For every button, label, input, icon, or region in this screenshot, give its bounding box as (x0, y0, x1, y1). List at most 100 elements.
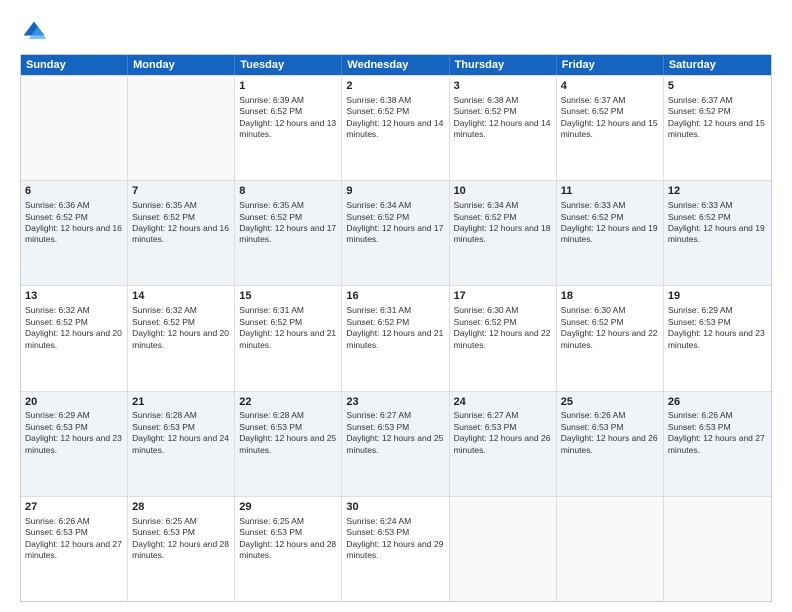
sunrise-text: Sunrise: 6:31 AM (239, 305, 304, 315)
sunset-text: Sunset: 6:52 PM (668, 106, 731, 116)
sunrise-text: Sunrise: 6:28 AM (132, 410, 197, 420)
sunset-text: Sunset: 6:52 PM (239, 212, 302, 222)
daylight-text: Daylight: 12 hours and 15 minutes. (668, 118, 765, 139)
daylight-text: Daylight: 12 hours and 25 minutes. (239, 433, 336, 454)
daylight-text: Daylight: 12 hours and 29 minutes. (346, 539, 443, 560)
sunrise-text: Sunrise: 6:30 AM (561, 305, 626, 315)
sunrise-text: Sunrise: 6:32 AM (25, 305, 90, 315)
day-number: 8 (239, 184, 337, 199)
day-number: 4 (561, 79, 659, 94)
daylight-text: Daylight: 12 hours and 18 minutes. (454, 223, 551, 244)
day-number: 13 (25, 289, 123, 304)
day-number: 17 (454, 289, 552, 304)
daylight-text: Daylight: 12 hours and 15 minutes. (561, 118, 658, 139)
sunrise-text: Sunrise: 6:26 AM (561, 410, 626, 420)
day-number: 27 (25, 500, 123, 515)
sunset-text: Sunset: 6:53 PM (346, 527, 409, 537)
day-cell-22: 22Sunrise: 6:28 AM Sunset: 6:53 PMDayligh… (235, 392, 342, 496)
day-number: 16 (346, 289, 444, 304)
daylight-text: Daylight: 12 hours and 23 minutes. (25, 433, 122, 454)
day-number: 28 (132, 500, 230, 515)
day-cell-11: 11Sunrise: 6:33 AMSunset: 6:52 PMDayligh… (557, 181, 664, 285)
day-cell-30: 30Sunrise: 6:24 AMSunset: 6:53 PMDayligh… (342, 497, 449, 601)
day-number: 21 (132, 395, 230, 410)
sunrise-text: Sunrise: 6:38 AM (454, 95, 519, 105)
header-day-saturday: Saturday (664, 55, 771, 75)
daylight-text: Daylight: 12 hours and 22 minutes. (454, 328, 551, 349)
sunset-text: Sunset: 6:52 PM (346, 317, 409, 327)
header-day-monday: Monday (128, 55, 235, 75)
empty-cell (450, 497, 557, 601)
empty-cell (557, 497, 664, 601)
day-number: 3 (454, 79, 552, 94)
sunset-text: Sunset: 6:52 PM (132, 317, 195, 327)
sunrise-text: Sunrise: 6:35 AM (132, 200, 197, 210)
sunset-text: Sunset: 6:53 PM (239, 422, 302, 432)
day-cell-26: 26Sunrise: 6:26 AMSunset: 6:53 PMDayligh… (664, 392, 771, 496)
sunset-text: Sunset: 6:52 PM (561, 106, 624, 116)
sunset-text: Sunset: 6:52 PM (25, 212, 88, 222)
sunset-text: Sunset: 6:52 PM (25, 317, 88, 327)
empty-cell (21, 76, 128, 180)
day-cell-1: 1Sunrise: 6:39 AMSunset: 6:52 PMDaylight… (235, 76, 342, 180)
sunrise-text: Sunrise: 6:35 AM (239, 200, 304, 210)
day-number: 23 (346, 395, 444, 410)
daylight-text: Daylight: 12 hours and 28 minutes. (132, 539, 229, 560)
sunrise-text: Sunrise: 6:34 AM (346, 200, 411, 210)
header-day-wednesday: Wednesday (342, 55, 449, 75)
calendar-row-5: 27Sunrise: 6:26 AM Sunset: 6:53 PM Dayligh… (21, 496, 771, 601)
sunset-text: Sunset: 6:52 PM (132, 212, 195, 222)
sunset-text: Sunset: 6:52 PM (454, 212, 517, 222)
day-cell-15: 15Sunrise: 6:31 AM Sunset: 6:52 PMDayligh… (235, 286, 342, 390)
sunset-text: Sunset: 6:52 PM (239, 317, 302, 327)
calendar-header: SundayMondayTuesdayWednesdayThursdayFrid… (21, 55, 771, 75)
calendar-row-4: 20Sunrise: 6:29 AMSunset: 6:53 PMDayligh… (21, 391, 771, 496)
sunrise-text: Sunrise: 6:27 AM (346, 410, 411, 420)
daylight-text: Daylight: 12 hours and 24 minutes. (132, 433, 229, 454)
day-number: 29 (239, 500, 337, 515)
header-day-thursday: Thursday (450, 55, 557, 75)
day-cell-12: 12Sunrise: 6:33 AMSunset: 6:52 PMDayligh… (664, 181, 771, 285)
sunrise-text: Sunrise: 6:24 AM (346, 516, 411, 526)
sunset-text: Sunset: 6:53 PM (454, 422, 517, 432)
day-cell-28: 28Sunrise: 6:25 AMSunset: 6:53 PMDayligh… (128, 497, 235, 601)
day-cell-24: 24Sunrise: 6:27 AMSunset: 6:53 PMDayligh… (450, 392, 557, 496)
day-number: 22 (239, 395, 337, 410)
day-cell-27: 27Sunrise: 6:26 AMSunset: 6:53 PMDayligh… (21, 497, 128, 601)
day-cell-18: 18Sunrise: 6:30 AMSunset: 6:52 PMDayligh… (557, 286, 664, 390)
sunset-text: Sunset: 6:52 PM (561, 212, 624, 222)
daylight-text: Daylight: 12 hours and 17 minutes. (239, 223, 336, 244)
sunrise-text: Sunrise: 6:25 AM (132, 516, 197, 526)
daylight-text: Daylight: 12 hours and 26 minutes. (561, 433, 658, 454)
sunset-text: Sunset: 6:52 PM (454, 106, 517, 116)
day-cell-19: 19Sunrise: 6:29 AMSunset: 6:53 PMDayligh… (664, 286, 771, 390)
daylight-text: Daylight: 12 hours and 21 minutes. (239, 328, 336, 349)
empty-cell (128, 76, 235, 180)
sunset-text: Sunset: 6:52 PM (668, 212, 731, 222)
sunrise-text: Sunrise: 6:28 AM (239, 410, 304, 420)
day-cell-20: 20Sunrise: 6:29 AMSunset: 6:53 PMDayligh… (21, 392, 128, 496)
day-number: 19 (668, 289, 767, 304)
day-cell-29: 29Sunrise: 6:25 AMSunset: 6:53 PMDayligh… (235, 497, 342, 601)
sunrise-text: Sunrise: 6:37 AM (561, 95, 626, 105)
day-number: 15 (239, 289, 337, 304)
empty-cell (664, 497, 771, 601)
daylight-text: Daylight: 12 hours and 16 minutes. (25, 223, 122, 244)
header-day-tuesday: Tuesday (235, 55, 342, 75)
day-cell-6: 6Sunrise: 6:36 AMSunset: 6:52 PMDaylight… (21, 181, 128, 285)
daylight-text: Daylight: 12 hours and 17 minutes. (346, 223, 443, 244)
daylight-text: Daylight: 12 hours and 27 minutes. (668, 433, 765, 454)
sunrise-text: Sunrise: 6:34 AM (454, 200, 519, 210)
sunrise-text: Sunrise: 6:36 AM (25, 200, 90, 210)
day-cell-7: 7Sunrise: 6:35 AMSunset: 6:52 PMDaylight… (128, 181, 235, 285)
logo-icon (20, 18, 48, 46)
day-cell-2: 2Sunrise: 6:38 AMSunset: 6:52 PMDaylight… (342, 76, 449, 180)
header (20, 18, 772, 46)
day-number: 14 (132, 289, 230, 304)
sunrise-text: Sunrise: 6:27 AM (454, 410, 519, 420)
daylight-text: Daylight: 12 hours and 19 minutes. (561, 223, 658, 244)
sunrise-text: Sunrise: 6:26 AM (25, 516, 90, 526)
logo (20, 18, 52, 46)
sunrise-text: Sunrise: 6:30 AM (454, 305, 519, 315)
sunset-text: Sunset: 6:52 PM (454, 317, 517, 327)
